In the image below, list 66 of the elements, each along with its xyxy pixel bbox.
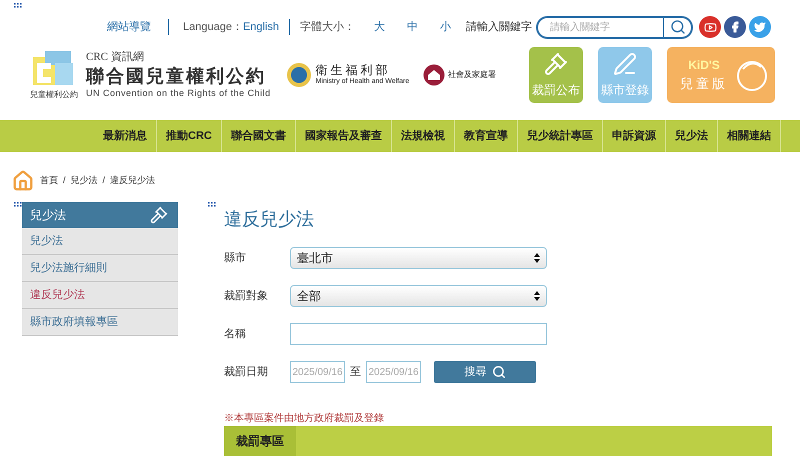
search-field[interactable]: 請輸入關鍵字 (536, 16, 664, 38)
page-title: 違反兒少法 (224, 208, 314, 231)
dots-icon (14, 3, 22, 9)
search-icon (492, 365, 506, 379)
nav-item[interactable]: 聯合國文書 (222, 120, 296, 152)
search-label: 請輸入關鍵字 (466, 20, 532, 35)
twitter-button[interactable] (749, 16, 772, 38)
font-size-label: 字體大小： (300, 20, 356, 35)
nav-item[interactable]: 兒少統計專區 (518, 120, 603, 152)
facebook-icon (729, 21, 742, 33)
nav-item[interactable]: 申訴資源 (602, 120, 666, 152)
gavel-icon (544, 52, 568, 76)
updown-arrows-icon (534, 253, 540, 263)
site-title: 聯合國兒童權利公約 (86, 65, 267, 88)
nav-item[interactable]: 相關連結 (718, 120, 781, 152)
dots-icon (208, 202, 216, 208)
dots-icon (14, 202, 22, 208)
search-icon (670, 19, 686, 35)
agency-name: 社會及家庭署 (448, 69, 496, 81)
ministry-name: 衛生福利部 (316, 63, 392, 78)
target-select[interactable]: 全部 (290, 285, 547, 307)
pen-icon (613, 52, 637, 76)
county-select[interactable]: 臺北市 (290, 247, 547, 269)
date-range-separator: 至 (350, 364, 361, 380)
sidebar-item[interactable]: 縣市政府填報專區 (22, 309, 178, 336)
nav-item[interactable]: 推動CRC (157, 120, 222, 152)
nav-item[interactable]: 最新消息 (94, 120, 157, 152)
breadcrumb-separator: / (102, 174, 106, 188)
youtube-icon (704, 20, 717, 34)
sidebar-item[interactable]: 兒少法施行細則 (22, 255, 178, 282)
font-size-link[interactable]: 大 (374, 18, 386, 36)
date-label: 裁罰日期 (224, 364, 269, 380)
sitemap-link[interactable]: 網站導覽 (107, 18, 151, 36)
language-label: Language： (183, 20, 243, 35)
facebook-button[interactable] (724, 16, 746, 38)
county-label: 縣市 (224, 250, 247, 266)
nav-item[interactable]: 國家報告及審查 (296, 120, 392, 152)
logo-caption: 兒童權利公約 (30, 89, 78, 101)
updown-arrows-icon (534, 291, 540, 301)
sidebar-item[interactable]: 兒少法 (22, 228, 178, 255)
breadcrumb-link[interactable]: 兒少法 (70, 174, 98, 188)
emblem-icon (286, 62, 312, 88)
twitter-icon (754, 21, 766, 33)
note-text: ※本專區案件由地方政府裁罰及登錄 (224, 412, 385, 426)
language-link[interactable]: English (242, 18, 280, 36)
site-subtitle: CRC 資訊網 (86, 51, 145, 65)
search-button[interactable]: 搜尋 (434, 361, 536, 383)
breadcrumb-link[interactable]: 違反兒少法 (110, 174, 156, 188)
sidebar-item[interactable]: 違反兒少法 (22, 282, 178, 309)
sidebar-header: 兒少法 (22, 202, 178, 228)
name-field[interactable] (290, 323, 547, 345)
breadcrumb-link[interactable]: 首頁 (40, 174, 58, 188)
nav-item[interactable]: 法規檢視 (392, 120, 455, 152)
font-size-link[interactable]: 中 (407, 18, 418, 36)
nav-item[interactable]: 兒少法 (666, 120, 718, 152)
search-button[interactable] (664, 16, 694, 38)
font-size-link[interactable]: 小 (440, 18, 452, 36)
name-label: 名稱 (224, 326, 247, 342)
nav-item[interactable]: 教育宣導 (454, 120, 518, 152)
site-english-title: UN Convention on the Rights of the Child (86, 88, 271, 99)
target-label: 裁罰對象 (224, 288, 269, 304)
gavel-icon (150, 206, 168, 224)
youtube-button[interactable] (699, 16, 722, 38)
house-logo-icon (423, 64, 446, 86)
section-tab[interactable]: 裁罰專區 (224, 426, 296, 456)
breadcrumb-separator: / (63, 174, 66, 188)
